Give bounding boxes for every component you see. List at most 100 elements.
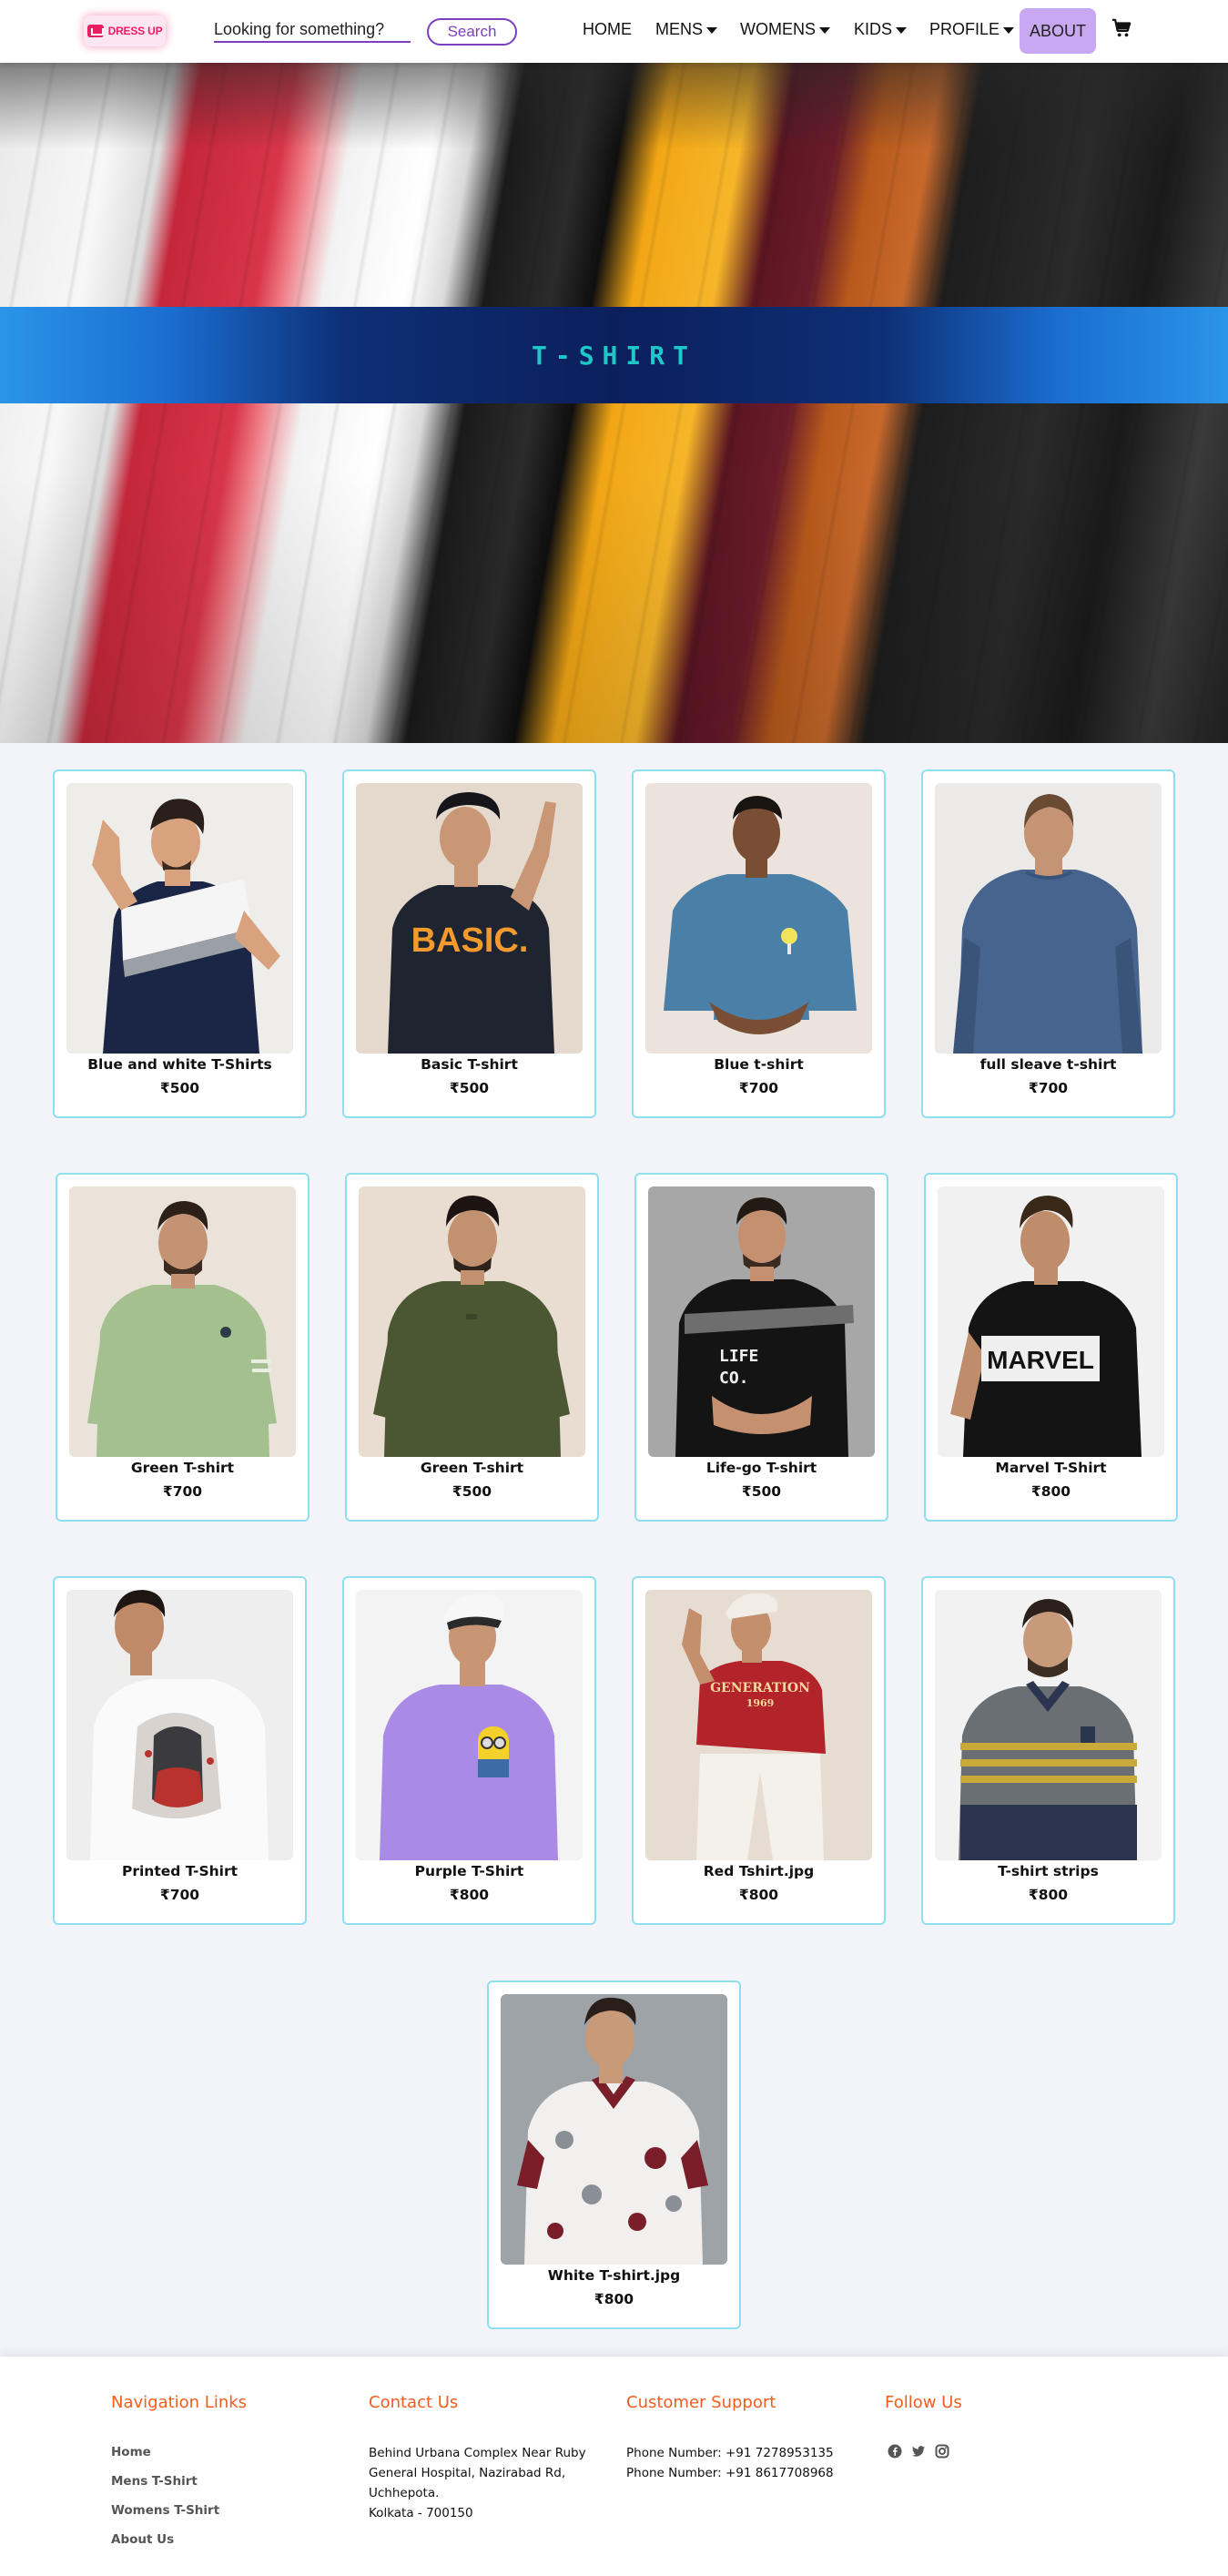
product-image: GENERATION 1969 <box>645 1590 872 1860</box>
product-card[interactable]: full sleave t-shirt ₹700 <box>921 769 1175 1118</box>
product-price: ₹800 <box>1028 1887 1069 1903</box>
product-price: ₹500 <box>741 1483 782 1500</box>
caret-down-icon <box>819 27 830 34</box>
man-in-white-printed-tshirt <box>66 1590 293 1860</box>
phone-number: Phone Number: +91 8617708968 <box>626 2466 834 2480</box>
marvel-print-text: MARVEL <box>987 1346 1094 1374</box>
product-price: ₹800 <box>738 1887 779 1903</box>
footer-link-about[interactable]: About Us <box>111 2532 174 2547</box>
product-card[interactable]: Purple T-Shirt ₹800 <box>342 1576 596 1925</box>
product-image: BASIC. <box>356 783 583 1054</box>
product-price: ₹700 <box>162 1483 203 1500</box>
search-button[interactable]: Search <box>427 18 517 46</box>
product-price: ₹500 <box>449 1080 490 1096</box>
address-line: Kolkata - 700150 <box>369 2506 473 2520</box>
shopping-bag-icon <box>86 25 104 37</box>
search-input[interactable] <box>214 17 411 43</box>
footer-support-heading: Customer Support <box>626 2393 776 2412</box>
nav-home[interactable]: HOME <box>583 20 632 39</box>
nav-kids-dropdown[interactable]: KIDS <box>854 20 908 39</box>
product-name: Blue and white T-Shirts <box>87 1056 272 1073</box>
product-price: ₹800 <box>1030 1483 1071 1500</box>
footer-phones: Phone Number: +91 7278953135 Phone Numbe… <box>626 2443 834 2483</box>
product-image <box>501 1994 727 2265</box>
man-in-navy-white-colorblock-tshirt <box>66 783 293 1054</box>
hero-title: T-SHIRT <box>531 340 696 371</box>
product-image <box>645 783 872 1054</box>
nav-mens-dropdown[interactable]: MENS <box>655 20 718 39</box>
product-name: full sleave t-shirt <box>979 1056 1117 1073</box>
facebook-icon[interactable] <box>888 2444 902 2459</box>
product-card[interactable]: BASIC. Basic T-shirt ₹500 <box>342 769 596 1118</box>
footer-nav-heading: Navigation Links <box>111 2393 248 2412</box>
product-card[interactable]: MARVEL Marvel T-Shirt ₹800 <box>924 1173 1178 1522</box>
product-card[interactable]: Green T-shirt ₹500 <box>345 1173 599 1522</box>
hero-banner: T-SHIRT <box>0 63 1228 743</box>
product-card[interactable]: T-shirt strips ₹800 <box>921 1576 1175 1925</box>
site-footer: Navigation Links Home Mens T-Shirt Women… <box>0 2357 1228 2576</box>
product-card[interactable]: GENERATION 1969 Red Tshirt.jpg ₹800 <box>632 1576 886 1925</box>
nav-mens-label: MENS <box>655 20 704 38</box>
product-image <box>935 1590 1162 1860</box>
product-card[interactable]: Blue and white T-Shirts ₹500 <box>53 769 307 1118</box>
product-name: Blue t-shirt <box>714 1056 804 1073</box>
nav-womens-label: WOMENS <box>740 20 816 38</box>
footer-link-home[interactable]: Home <box>111 2445 151 2459</box>
product-name: Life-go T-shirt <box>705 1460 817 1476</box>
brand-logo-text: DRESS UP <box>107 25 163 37</box>
top-navbar: DRESS UP Search HOME MENS WOMENS KIDS PR… <box>0 0 1228 63</box>
footer-contact-heading: Contact Us <box>369 2393 459 2412</box>
nav-about[interactable]: ABOUT <box>1020 8 1096 54</box>
product-image <box>66 783 293 1054</box>
nav-home-label: HOME <box>583 20 632 38</box>
man-in-purple-minion-tshirt <box>356 1590 583 1860</box>
year-print-text: 1969 <box>746 1697 775 1709</box>
generation-print-text: GENERATION <box>710 1681 810 1695</box>
address-line: Behind Urbana Complex Near Ruby <box>369 2446 586 2460</box>
product-price: ₹800 <box>594 2291 634 2307</box>
man-in-red-generation-tshirt: GENERATION 1969 <box>645 1590 872 1860</box>
product-price: ₹700 <box>159 1887 200 1903</box>
address-line: Uchhepota. <box>369 2486 440 2500</box>
man-in-black-life-co-tshirt: LIFE CO. <box>648 1186 875 1457</box>
product-card[interactable]: Blue t-shirt ₹700 <box>632 769 886 1118</box>
nav-about-label: ABOUT <box>1029 21 1086 40</box>
product-price: ₹700 <box>738 1080 779 1096</box>
product-card[interactable]: White T-shirt.jpg ₹800 <box>487 1980 741 2329</box>
product-image <box>356 1590 583 1860</box>
man-in-black-marvel-tshirt: MARVEL <box>938 1186 1164 1457</box>
footer-link-mens[interactable]: Mens T-Shirt <box>111 2474 198 2489</box>
product-price: ₹500 <box>452 1483 492 1500</box>
man-in-blue-tshirt <box>645 783 872 1054</box>
phone-number: Phone Number: +91 7278953135 <box>626 2446 834 2460</box>
footer-follow-heading: Follow Us <box>885 2393 962 2412</box>
product-name: White T-shirt.jpg <box>547 2267 681 2284</box>
shopping-cart-icon[interactable] <box>1111 18 1132 38</box>
product-card[interactable]: Green T-shirt ₹700 <box>56 1173 310 1522</box>
hero-bottom-shade <box>0 470 1228 743</box>
co-print-text: CO. <box>719 1369 749 1388</box>
nav-kids-label: KIDS <box>854 20 893 38</box>
product-name: Printed T-Shirt <box>121 1863 238 1879</box>
man-in-sage-green-tshirt <box>69 1186 296 1457</box>
product-name: Green T-shirt <box>130 1460 235 1476</box>
product-image <box>935 783 1162 1054</box>
product-name: Marvel T-Shirt <box>995 1460 1107 1476</box>
man-in-black-basic-print-tshirt: BASIC. <box>356 783 583 1054</box>
nav-profile-dropdown[interactable]: PROFILE <box>929 20 1015 39</box>
footer-link-womens[interactable]: Womens T-Shirt <box>111 2503 219 2518</box>
product-name: Purple T-Shirt <box>414 1863 524 1879</box>
caret-down-icon <box>896 27 908 34</box>
man-in-olive-green-tshirt <box>359 1186 585 1457</box>
instagram-icon[interactable] <box>935 2444 949 2459</box>
twitter-icon[interactable] <box>911 2444 926 2459</box>
product-image: LIFE CO. <box>648 1186 875 1457</box>
nav-womens-dropdown[interactable]: WOMENS <box>740 20 830 39</box>
brand-logo[interactable]: DRESS UP <box>84 15 166 46</box>
hero-title-band: T-SHIRT <box>0 307 1228 403</box>
product-card[interactable]: LIFE CO. Life-go T-shirt ₹500 <box>634 1173 888 1522</box>
product-name: Green T-shirt <box>420 1460 524 1476</box>
product-card[interactable]: Printed T-Shirt ₹700 <box>53 1576 307 1925</box>
man-in-floral-white-polo <box>501 1994 727 2265</box>
product-image <box>69 1186 296 1457</box>
